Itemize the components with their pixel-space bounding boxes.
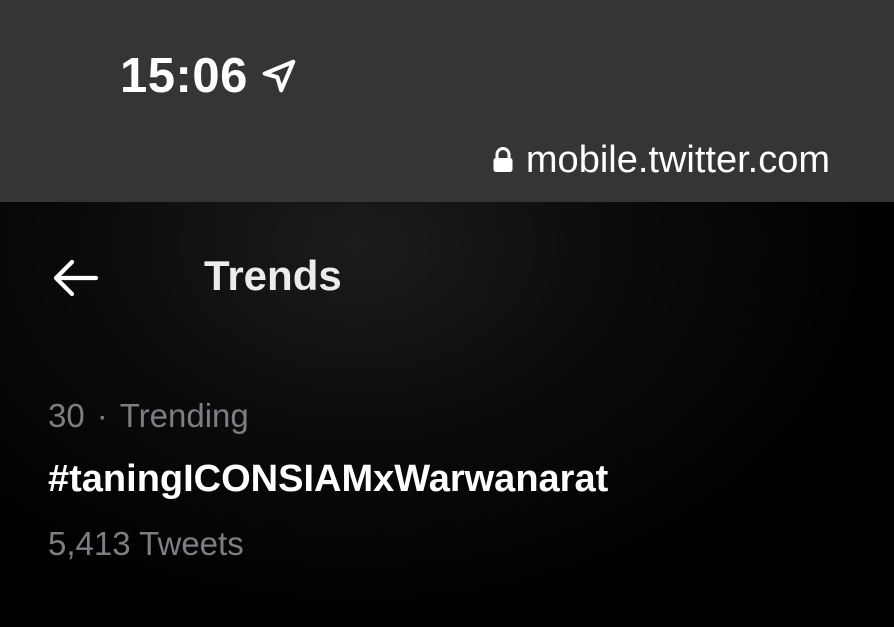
trend-item[interactable]: 30 · Trending #taningICONSIAMxWarwanarat 5… xyxy=(0,392,894,572)
trend-name: #taningICONSIAMxWarwanarat xyxy=(48,458,609,500)
lock-icon xyxy=(492,146,514,174)
page-header: Trends xyxy=(0,202,894,352)
clock-area: 15:06 xyxy=(120,48,298,104)
trend-category: Trending xyxy=(119,397,249,434)
address-bar[interactable]: mobile.twitter.com xyxy=(492,138,830,182)
trend-tweet-count: 5,413 Tweets xyxy=(48,525,244,562)
url-text: mobile.twitter.com xyxy=(525,139,830,181)
trend-rank: 30 xyxy=(48,397,85,434)
back-button[interactable] xyxy=(48,256,100,300)
page-title: Trends xyxy=(204,252,342,299)
status-time: 15:06 xyxy=(120,49,248,103)
location-arrow-icon xyxy=(260,57,298,95)
trend-separator: · xyxy=(96,397,108,434)
browser-status-bar: 15:06 mobile.twitter.com xyxy=(0,0,894,202)
trend-meta: 30 · Trending xyxy=(48,396,249,436)
arrow-left-icon xyxy=(48,259,100,304)
trends-page: Trends 30 · Trending #taningICONSIAMxWarwa… xyxy=(0,202,894,627)
